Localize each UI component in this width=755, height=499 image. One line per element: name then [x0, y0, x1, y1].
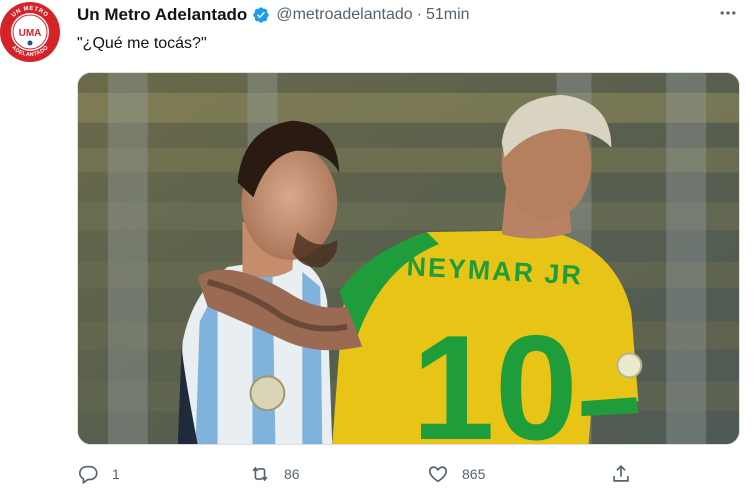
like-button[interactable]: 865 — [427, 460, 485, 488]
verified-badge-icon — [252, 6, 270, 24]
reply-count: 1 — [112, 466, 120, 482]
reply-button[interactable]: 1 — [77, 460, 120, 488]
avatar[interactable]: UN METRO ADELANTADO UMA — [0, 2, 60, 62]
jersey-number: 10 — [412, 304, 578, 444]
tweet-header: Un Metro Adelantado @metroadelantado · 5… — [77, 4, 470, 26]
tweet-photo[interactable]: NEYMAR JR 10 — [77, 72, 740, 445]
reply-icon — [77, 463, 99, 485]
tweet-actions: 1 86 865 — [77, 460, 740, 488]
share-button[interactable] — [610, 460, 632, 488]
more-options-icon[interactable] — [716, 2, 740, 24]
avatar-logo-text: UMA — [19, 28, 42, 39]
account-handle[interactable]: @metroadelantado — [276, 6, 412, 24]
retweet-icon — [249, 463, 271, 485]
uma-logo: UN METRO ADELANTADO UMA — [1, 3, 59, 61]
separator-dot: · — [416, 6, 422, 23]
timestamp[interactable]: 51min — [426, 6, 470, 24]
retweet-button[interactable]: 86 — [249, 460, 300, 488]
tweet-text: "¿Qué me tocás?" — [77, 35, 207, 52]
display-name[interactable]: Un Metro Adelantado — [77, 5, 247, 25]
like-count: 865 — [462, 466, 486, 482]
heart-icon — [427, 463, 449, 485]
retweet-count: 86 — [284, 466, 300, 482]
share-icon — [610, 463, 632, 485]
